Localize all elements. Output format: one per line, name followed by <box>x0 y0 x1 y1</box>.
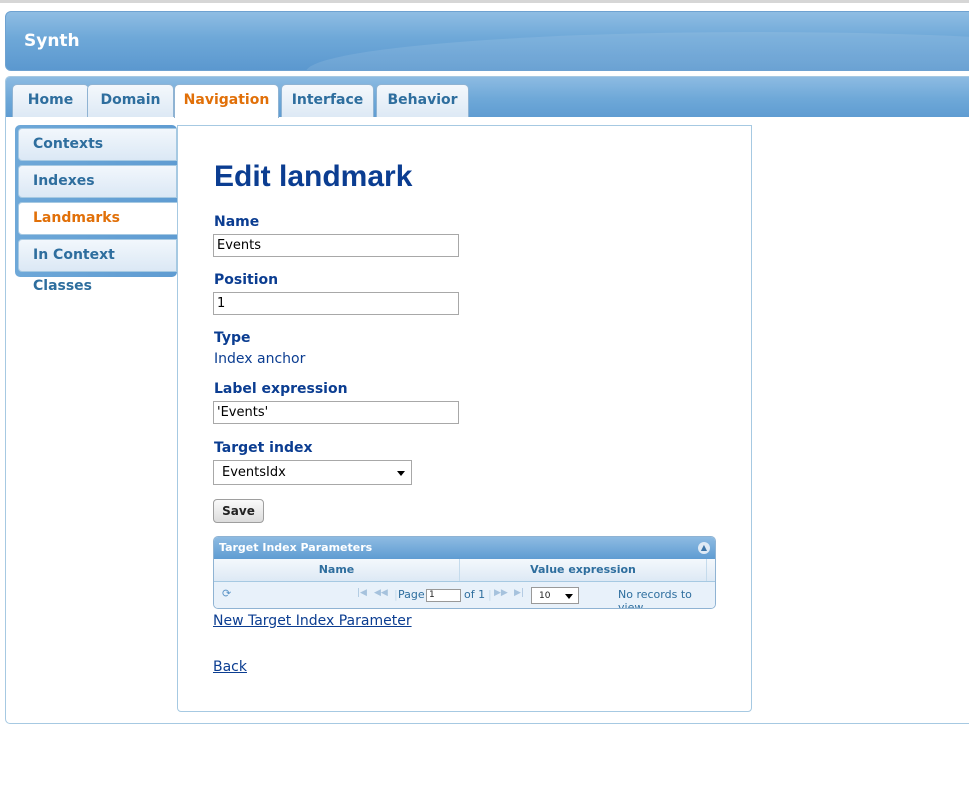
browser-top-line <box>0 0 969 3</box>
save-button[interactable]: Save <box>213 499 264 523</box>
chevron-down-icon <box>565 594 573 599</box>
collapse-icon[interactable]: ▲ <box>698 542 710 554</box>
target-index-parameters-grid: Target Index Parameters ▲ Name Value exp… <box>213 536 716 609</box>
name-field[interactable] <box>213 234 459 257</box>
first-page-icon[interactable]: |◀ <box>357 588 367 598</box>
page-title: Edit landmark <box>214 160 413 193</box>
type-value: Index anchor <box>214 351 306 367</box>
pager-separator: | <box>488 588 492 601</box>
rows-per-page-select[interactable]: 10 <box>531 587 579 604</box>
main-tabs: Home Domain Navigation Interface Behavio… <box>6 77 969 118</box>
prev-page-icon[interactable]: ◀◀ <box>374 588 388 598</box>
new-target-index-parameter-link[interactable]: New Target Index Parameter <box>213 613 412 629</box>
name-label: Name <box>214 214 260 230</box>
tab-home[interactable]: Home <box>12 84 89 117</box>
grid-caption-text: Target Index Parameters <box>219 541 373 554</box>
target-index-label: Target index <box>214 440 313 456</box>
sidebar-item-indexes[interactable]: Indexes <box>18 165 177 198</box>
grid-header: Name Value expression <box>214 559 715 582</box>
page-number-input[interactable]: 1 <box>426 589 461 602</box>
chevron-down-icon <box>397 471 405 476</box>
page-count: of 1 <box>464 588 486 601</box>
position-label: Position <box>214 272 279 288</box>
target-index-select[interactable]: EventsIdx <box>213 460 412 485</box>
back-link[interactable]: Back <box>213 659 247 675</box>
page-label: Page <box>398 588 425 601</box>
next-page-icon[interactable]: ▶▶ <box>494 588 508 598</box>
tab-domain[interactable]: Domain <box>87 84 174 117</box>
tab-behavior[interactable]: Behavior <box>376 84 469 117</box>
label-expression-field[interactable] <box>213 401 459 424</box>
tab-interface[interactable]: Interface <box>281 84 374 117</box>
sidebar-item-landmarks[interactable]: Landmarks <box>18 202 178 235</box>
last-page-icon[interactable]: ▶| <box>514 588 524 598</box>
rows-per-page-value: 10 <box>539 591 551 601</box>
records-info: No records to view <box>618 588 692 609</box>
label-expression-label: Label expression <box>214 381 348 397</box>
target-index-selected: EventsIdx <box>222 465 286 480</box>
refresh-icon[interactable]: ⟳ <box>222 587 231 600</box>
sidebar-item-contexts[interactable]: Contexts <box>18 128 177 161</box>
edit-landmark-panel: Edit landmark Name Position Type Index a… <box>177 125 752 712</box>
sidebar: Contexts Indexes Landmarks In Context Cl… <box>15 125 178 294</box>
type-label: Type <box>214 330 251 346</box>
column-header-value-expression[interactable]: Value expression <box>460 559 707 581</box>
sidebar-item-in-context-classes[interactable]: In Context Classes <box>18 239 177 294</box>
app-title: Synth <box>24 31 80 51</box>
position-field[interactable] <box>213 292 459 315</box>
grid-caption: Target Index Parameters ▲ <box>214 537 715 559</box>
column-header-name[interactable]: Name <box>214 559 460 581</box>
grid-pager: ⟳ |◀ ◀◀ | Page 1 of 1 | ▶▶ ▶| 10 No reco… <box>214 582 715 608</box>
tab-navigation[interactable]: Navigation <box>174 84 279 118</box>
app-header: Synth <box>5 11 969 71</box>
